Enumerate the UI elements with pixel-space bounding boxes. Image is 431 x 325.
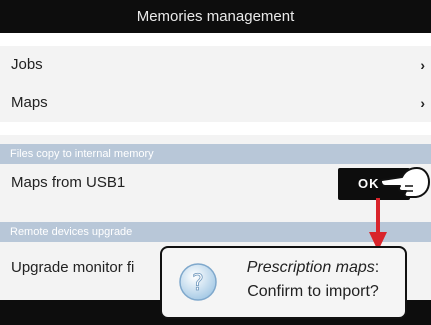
question-mark-icon: ? bbox=[179, 263, 217, 301]
menu-item-maps[interactable]: Maps › bbox=[0, 84, 431, 122]
top-spacer bbox=[0, 33, 431, 46]
dialog-confirm-text: Confirm to import? bbox=[247, 283, 379, 300]
maps-from-usb-label: Maps from USB1 bbox=[11, 174, 126, 191]
dialog-title: Prescription maps bbox=[246, 259, 375, 276]
page-title: Memories management bbox=[136, 8, 295, 25]
menu-item-label: Jobs bbox=[11, 56, 43, 73]
title-bar: Memories management bbox=[0, 0, 431, 33]
menu-item-jobs[interactable]: Jobs › bbox=[0, 46, 431, 84]
chevron-right-icon: › bbox=[420, 57, 425, 73]
menu-item-label: Maps bbox=[11, 94, 48, 111]
confirm-import-dialog[interactable]: ? Prescription maps: Confirm to import? bbox=[160, 246, 407, 319]
red-down-arrow-icon bbox=[369, 198, 387, 251]
upgrade-monitor-label: Upgrade monitor fi bbox=[11, 259, 135, 276]
section-header-files-copy: Files copy to internal memory bbox=[0, 144, 431, 164]
dialog-title-colon: : bbox=[374, 259, 380, 276]
svg-text:?: ? bbox=[192, 271, 204, 296]
dialog-message: Prescription maps: Confirm to import? bbox=[224, 256, 402, 304]
section-spacer bbox=[0, 122, 431, 135]
chevron-right-icon: › bbox=[420, 95, 425, 111]
